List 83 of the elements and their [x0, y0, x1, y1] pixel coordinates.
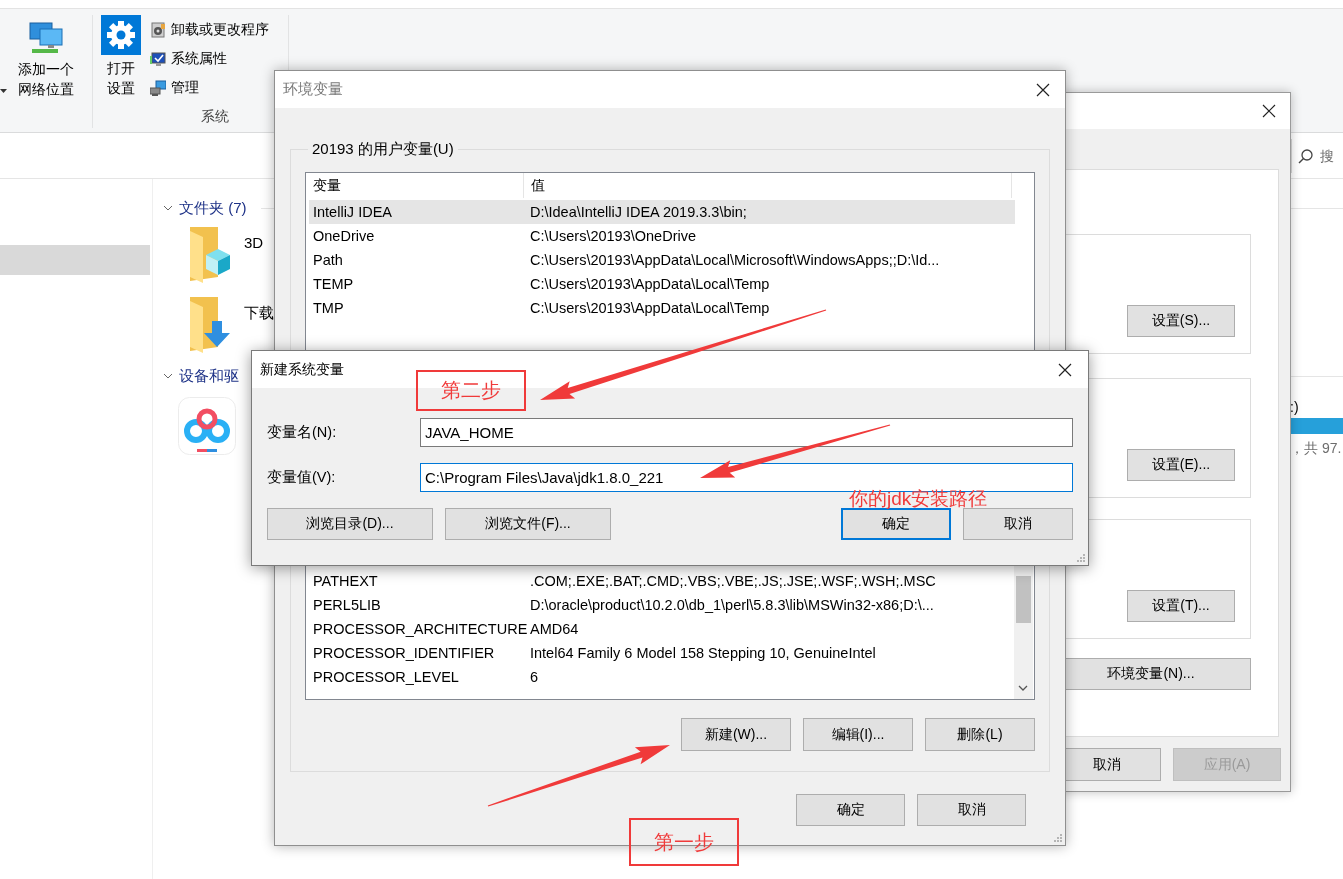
cancel-button[interactable]: 取消: [963, 508, 1073, 540]
variable-name: Path: [312, 252, 344, 268]
system-link[interactable]: 卸载或更改程序: [150, 15, 269, 44]
computer-manage-icon: [150, 79, 166, 96]
input-field[interactable]: JAVA_HOME: [420, 418, 1073, 447]
cloud-app-icon: [178, 397, 236, 455]
chevron-icon[interactable]: [163, 203, 173, 213]
variable-value: C:\Users\20193\OneDrive: [529, 228, 696, 244]
cancel-button[interactable]: 取消: [917, 794, 1026, 826]
window-title: 环境变量: [283, 80, 343, 99]
close-icon[interactable]: [1058, 362, 1072, 377]
ok-button[interactable]: 确定: [796, 794, 905, 826]
variable-name: PATHEXT: [312, 573, 379, 589]
settings-button[interactable]: 设置(T)...: [1127, 590, 1235, 622]
system-link[interactable]: 系统属性: [150, 44, 269, 73]
column-header[interactable]: 值: [524, 173, 1012, 198]
drive-usage-bar: [1290, 418, 1343, 434]
variable-name: PERL5LIB: [312, 597, 382, 613]
list-row[interactable]: Path C:\Users\20193\AppData\Local\Microsoft\WindowsApps;;D:\Id...: [309, 248, 1015, 272]
search-icon: [1298, 147, 1314, 164]
list-row[interactable]: PATHEXT .COM;.EXE;.BAT;.CMD;.VBS;.VBE;.JS;.JSE;.WSF;.WSH;.MSC: [309, 569, 1015, 593]
variable-value: 6: [529, 669, 539, 685]
variable-name: PROCESSOR_LEVEL: [312, 669, 460, 685]
variable-value: AMD64: [529, 621, 579, 637]
settings-button[interactable]: 设置(S)...: [1127, 305, 1235, 337]
field-label: 变量名(N):: [267, 423, 338, 442]
browse-button[interactable]: 浏览文件(F)...: [445, 508, 611, 540]
chevron-icon[interactable]: [163, 371, 173, 381]
list-action-button[interactable]: 编辑(I)...: [803, 718, 913, 751]
system-link[interactable]: 管理: [150, 73, 269, 102]
resize-grip-icon[interactable]: [1076, 553, 1085, 562]
settings-button[interactable]: 设置(E)...: [1127, 449, 1235, 481]
variable-value: D:\Idea\IntelliJ IDEA 2019.3.3\bin;: [529, 204, 747, 220]
resize-grip-icon[interactable]: [1053, 833, 1062, 842]
list-action-button[interactable]: 新建(W)...: [681, 718, 791, 751]
network-icon: [28, 20, 64, 56]
search-field[interactable]: 搜: [1320, 147, 1343, 164]
list-row[interactable]: IntelliJ IDEA D:\Idea\IntelliJ IDEA 2019.3.3\bin;: [309, 200, 1015, 224]
group-header[interactable]: 设备和驱: [179, 366, 239, 386]
variable-value: .COM;.EXE;.BAT;.CMD;.VBS;.VBE;.JS;.JSE;.WSF;.WSH;.MSC: [529, 573, 936, 589]
variable-name: PROCESSOR_ARCHITECTURE: [312, 621, 526, 637]
scroll-down-icon[interactable]: [1018, 685, 1028, 691]
variable-name: TEMP: [312, 276, 355, 292]
drive-detail: ，共 97.: [1290, 440, 1343, 458]
folder-download-icon: [188, 297, 232, 353]
field-label: 变量值(V):: [267, 468, 337, 487]
variable-name: PROCESSOR_IDENTIFIER: [312, 645, 496, 661]
group-header[interactable]: 文件夹 (7): [179, 198, 247, 218]
open-settings-button[interactable]: 打开 设置: [101, 9, 141, 108]
list-row[interactable]: PERL5LIB D:\oracle\product\10.2.0\db_1\perl\5.8.3\lib\MSWin32-x86;D:\...: [309, 593, 1015, 617]
variable-value: Intel64 Family 6 Model 158 Stepping 10, GenuineIntel: [529, 645, 876, 661]
folder-label[interactable]: 下载: [244, 304, 274, 323]
browse-button[interactable]: 浏览目录(D)...: [267, 508, 433, 540]
list-row[interactable]: TMP C:\Users\20193\AppData\Local\Temp: [309, 296, 1015, 320]
ok-button[interactable]: 确定: [841, 508, 951, 540]
list-row[interactable]: TEMP C:\Users\20193\AppData\Local\Temp: [309, 272, 1015, 296]
list-row[interactable]: OneDrive C:\Users\20193\OneDrive: [309, 224, 1015, 248]
folder-label[interactable]: 3D: [244, 234, 264, 251]
dialog-title: 新建系统变量: [260, 360, 344, 379]
list-action-button[interactable]: 删除(L): [925, 718, 1035, 751]
variable-name: TMP: [312, 300, 345, 316]
folder-cube-icon: [188, 227, 232, 283]
monitor-check-icon: [150, 50, 166, 67]
step-label: 第二步: [416, 370, 526, 411]
step-label: 第一步: [629, 818, 739, 866]
list-row[interactable]: PROCESSOR_ARCHITECTURE AMD64: [309, 617, 1015, 641]
variable-value: C:\Users\20193\AppData\Local\Temp: [529, 276, 770, 292]
variable-name: IntelliJ IDEA: [312, 204, 393, 220]
group-title: 20193 的用户变量(U): [311, 140, 455, 158]
dropdown-caret-icon[interactable]: [0, 89, 7, 93]
gear-icon: [101, 15, 141, 55]
list-row[interactable]: PROCESSOR_LEVEL 6: [309, 665, 1015, 689]
close-icon[interactable]: [1262, 104, 1276, 118]
column-header[interactable]: 变量: [306, 173, 524, 198]
drive-label: :): [1290, 399, 1300, 416]
add-network-location-button[interactable]: 添加一个 网络位置: [10, 9, 82, 132]
list-row[interactable]: PROCESSOR_IDENTIFIER Intel64 Family 6 Model 158 Stepping 10, GenuineIntel: [309, 641, 1015, 665]
variable-value: D:\oracle\product\10.2.0\db_1\perl\5.8.3\lib\MSWin32-x86;D:\...: [529, 597, 934, 613]
variable-name: OneDrive: [312, 228, 376, 244]
variable-value: C:\Users\20193\AppData\Local\Microsoft\WindowsApps;;D:\Id...: [529, 252, 940, 268]
close-icon[interactable]: [1036, 82, 1050, 97]
variable-value: C:\Users\20193\AppData\Local\Temp: [529, 300, 770, 316]
ribbon-group-label: 系统: [199, 108, 230, 126]
